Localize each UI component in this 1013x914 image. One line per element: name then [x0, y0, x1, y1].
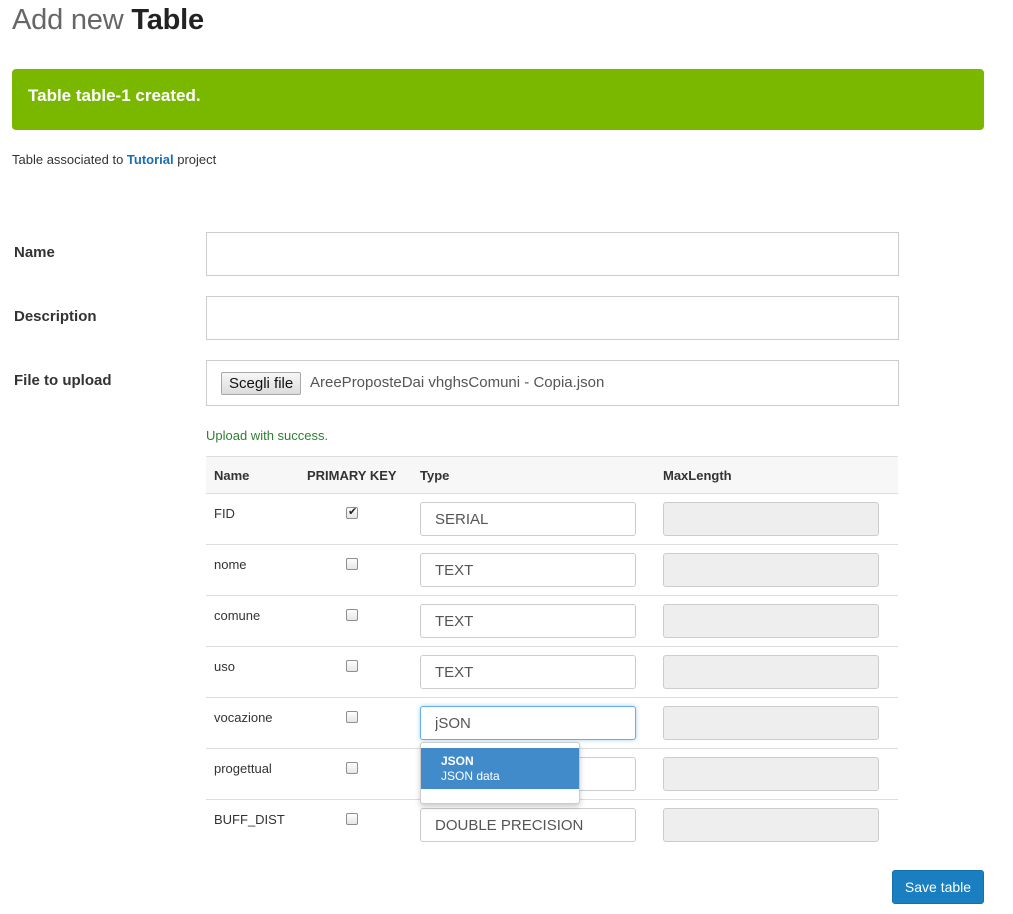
primary-key-checkbox[interactable] [346, 813, 358, 825]
table-row: uso [206, 647, 898, 698]
column-header-name: Name [214, 468, 250, 483]
field-name: BUFF_DIST [214, 812, 285, 827]
file-upload-label: File to upload [14, 372, 112, 389]
table-row: BUFF_DIST [206, 800, 898, 851]
primary-key-checkbox[interactable] [346, 660, 358, 672]
maxlength-input [663, 553, 879, 587]
type-input[interactable] [420, 808, 636, 842]
type-input[interactable] [420, 655, 636, 689]
upload-success-message: Upload with success. [206, 428, 329, 443]
autocomplete-option-json[interactable]: JSON JSON data [421, 748, 579, 789]
primary-key-checkbox[interactable] [346, 505, 358, 519]
autocomplete-option-title: JSON [441, 754, 474, 768]
maxlength-input [663, 706, 879, 740]
maxlength-input [663, 604, 879, 638]
save-table-button[interactable]: Save table [892, 870, 984, 904]
name-input[interactable] [206, 232, 899, 276]
file-upload-field: Scegli file AreeProposteDai vhghsComuni … [206, 360, 899, 406]
maxlength-input [663, 655, 879, 689]
choose-file-button[interactable]: Scegli file [221, 372, 302, 395]
association-suffix: project [177, 152, 217, 167]
alert-message: Table table-1 created. [28, 86, 201, 105]
selected-file-name: AreeProposteDai vhghsComuni - Copia.json [310, 374, 605, 391]
description-label: Description [14, 308, 97, 325]
page-title-light: Add new [12, 4, 124, 36]
maxlength-input [663, 502, 879, 536]
success-alert: Table table-1 created. [12, 69, 984, 130]
primary-key-checkbox[interactable] [346, 762, 358, 774]
page-title: Add new Table [12, 4, 204, 37]
field-name: nome [214, 557, 247, 572]
primary-key-checkbox[interactable] [346, 558, 358, 570]
project-link[interactable]: Tutorial [127, 152, 174, 167]
autocomplete-option-subtitle: JSON data [441, 769, 500, 783]
name-label: Name [14, 244, 55, 261]
type-input[interactable] [420, 604, 636, 638]
table-row: nome [206, 545, 898, 596]
type-autocomplete-dropdown: JSON JSON data [420, 742, 580, 804]
maxlength-input [663, 757, 879, 791]
description-input[interactable] [206, 296, 899, 340]
field-name: comune [214, 608, 261, 623]
field-name: vocazione [214, 710, 273, 725]
field-name: FID [214, 506, 235, 521]
column-header-maxlength: MaxLength [663, 468, 732, 483]
type-input-focused[interactable] [420, 706, 636, 740]
association-prefix: Table associated to [12, 152, 124, 167]
project-association: Table associated to Tutorial project [12, 152, 216, 167]
maxlength-input [663, 808, 879, 842]
primary-key-checkbox[interactable] [346, 609, 358, 621]
primary-key-checkbox[interactable] [346, 711, 358, 723]
type-input[interactable] [420, 502, 636, 536]
column-header-type: Type [420, 468, 450, 483]
field-name: progettual [214, 761, 272, 776]
table-header: Name PRIMARY KEY Type MaxLength [206, 456, 898, 494]
table-row: comune [206, 596, 898, 647]
table-row: FID [206, 494, 898, 545]
type-input[interactable] [420, 553, 636, 587]
column-header-primary-key: PRIMARY KEY [307, 468, 397, 483]
page-title-bold: Table [131, 4, 204, 36]
field-name: uso [214, 659, 235, 674]
